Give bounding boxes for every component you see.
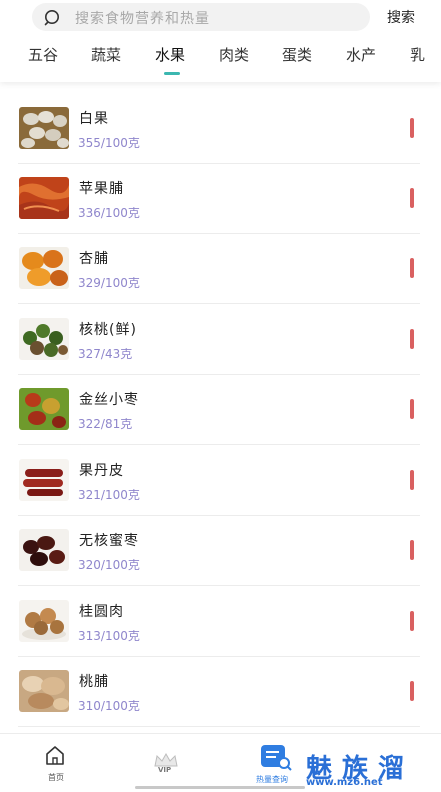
- calorie-level-bar: [410, 329, 414, 349]
- calorie-level-bar: [410, 611, 414, 631]
- nav-home[interactable]: 首页: [36, 734, 76, 792]
- dried-apricot-image: [19, 247, 69, 289]
- food-name: 桃脯: [79, 674, 109, 690]
- calorie-search-icon: [261, 745, 292, 771]
- calorie-level-bar: [410, 188, 414, 208]
- food-calories: 310/100克: [78, 699, 140, 713]
- food-name: 杏脯: [79, 251, 109, 267]
- list-item[interactable]: 桃脯 310/100克: [18, 656, 420, 727]
- calorie-level-bar: [410, 470, 414, 490]
- food-calories: 327/43克: [78, 347, 133, 361]
- nav-calorie-label: 热量查询: [256, 775, 288, 784]
- calorie-level-bar: [410, 681, 414, 701]
- food-name: 桂圆肉: [79, 604, 124, 620]
- active-tab-indicator: [164, 72, 180, 75]
- nav-calorie-query[interactable]: 热量查询: [255, 734, 301, 792]
- list-item[interactable]: 苹果脯 336/100克: [18, 163, 420, 234]
- list-item[interactable]: 杏脯 329/100克: [18, 233, 420, 304]
- watermark-url: www.mz6.net: [306, 777, 383, 788]
- candied-date-image: [19, 529, 69, 571]
- food-calories: 313/100克: [78, 629, 140, 643]
- dried-apple-image: [19, 177, 69, 219]
- nav-home-label: 首页: [48, 773, 64, 782]
- ginkgo-nuts-image: [19, 107, 69, 149]
- food-calories: 336/100克: [78, 206, 140, 220]
- food-name: 核桃(鲜): [79, 322, 137, 338]
- food-name: 无核蜜枣: [79, 533, 139, 549]
- list-item[interactable]: 桂圆肉 313/100克: [18, 586, 420, 657]
- list-item[interactable]: 白果 355/100克: [18, 93, 420, 164]
- category-tabs: 五谷 蔬菜 水果 肉类 蛋类 水产 乳: [0, 44, 441, 80]
- tab-eggs[interactable]: 蛋类: [282, 44, 312, 65]
- food-calories: 320/100克: [78, 558, 140, 572]
- nav-vip[interactable]: VIP: [148, 734, 188, 792]
- food-calories: 355/100克: [78, 136, 140, 150]
- food-calories: 321/100克: [78, 488, 140, 502]
- search-icon: [44, 10, 59, 26]
- top-bar: 搜索食物营养和热量 搜索 五谷 蔬菜 水果 肉类 蛋类 水产 乳: [0, 0, 441, 82]
- home-icon: [46, 746, 64, 765]
- system-home-indicator: [135, 786, 305, 789]
- search-button[interactable]: 搜索: [387, 7, 415, 27]
- tab-vegetables[interactable]: 蔬菜: [91, 44, 121, 65]
- tab-meat[interactable]: 肉类: [219, 44, 249, 65]
- tab-seafood[interactable]: 水产: [346, 44, 376, 65]
- tab-fruits[interactable]: 水果: [155, 44, 185, 65]
- list-item[interactable]: 果丹皮 321/100克: [18, 445, 420, 516]
- calorie-level-bar: [410, 540, 414, 560]
- tab-dairy[interactable]: 乳: [410, 44, 425, 65]
- food-calories: 322/81克: [78, 417, 133, 431]
- food-name: 白果: [79, 111, 109, 127]
- food-name: 金丝小枣: [79, 392, 139, 408]
- calorie-level-bar: [410, 399, 414, 419]
- search-input[interactable]: 搜索食物营养和热量: [32, 3, 370, 31]
- tab-grains[interactable]: 五谷: [28, 44, 58, 65]
- food-name: 果丹皮: [79, 463, 124, 479]
- calorie-level-bar: [410, 118, 414, 138]
- list-item[interactable]: 无核蜜枣 320/100克: [18, 515, 420, 586]
- food-name: 苹果脯: [79, 181, 124, 197]
- food-calories: 329/100克: [78, 276, 140, 290]
- calorie-level-bar: [410, 258, 414, 278]
- fresh-walnut-image: [19, 318, 69, 360]
- jujube-image: [19, 388, 69, 430]
- nav-vip-label: VIP: [158, 766, 172, 774]
- list-item[interactable]: 核桃(鲜) 327/43克: [18, 304, 420, 375]
- dried-peach-image: [19, 670, 69, 712]
- hawthorn-roll-image: [19, 459, 69, 501]
- search-placeholder: 搜索食物营养和热量: [75, 11, 210, 27]
- list-item[interactable]: 金丝小枣 322/81克: [18, 374, 420, 445]
- longan-image: [19, 600, 69, 642]
